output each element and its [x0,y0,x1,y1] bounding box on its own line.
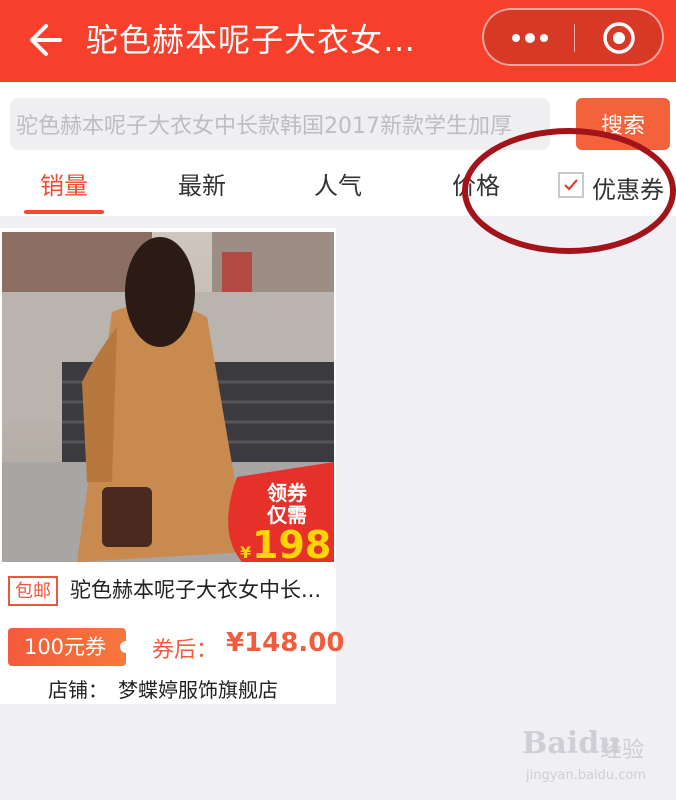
mini-program-capsule [482,8,664,66]
badge-price: 198 [252,523,331,562]
search-input[interactable] [10,98,550,150]
tab-sales[interactable]: 销量 [40,170,88,202]
annotation-circle [462,128,676,254]
price-value: ¥148.00 [226,628,345,658]
coupon-badge[interactable]: 100元券 [8,628,132,666]
price-label: 券后： [152,638,219,663]
title-bar: 驼色赫本呢子大衣女… [0,0,676,82]
active-tab-indicator [24,210,104,214]
back-arrow-icon[interactable] [24,20,64,60]
coupon-badge-text: 100元券 [23,635,107,659]
tab-popularity[interactable]: 人气 [314,170,362,202]
product-image[interactable]: 领券 仅需 ¥ 198 [2,232,334,562]
coupon-notch [120,641,132,653]
product-title[interactable]: 驼色赫本呢子大衣女中长... [70,574,330,604]
more-dots-icon[interactable] [508,24,552,52]
watermark-brand2: 经验 [600,738,645,763]
target-circle-icon[interactable] [602,21,636,55]
badge-line1: 领券 [267,481,308,505]
shop-label: 店铺： [48,678,108,702]
baidu-watermark: Baidu 经验 jingyan.baidu.com [522,726,672,796]
shop-name[interactable]: 梦蝶婷服饰旗舰店 [118,674,278,703]
tab-newest[interactable]: 最新 [178,170,226,202]
watermark-url: jingyan.baidu.com [526,768,646,783]
capsule-divider [574,24,575,52]
badge-currency: ¥ [240,543,251,562]
page-title: 驼色赫本呢子大衣女… [86,21,417,59]
free-shipping-tag: 包邮 [8,576,58,606]
